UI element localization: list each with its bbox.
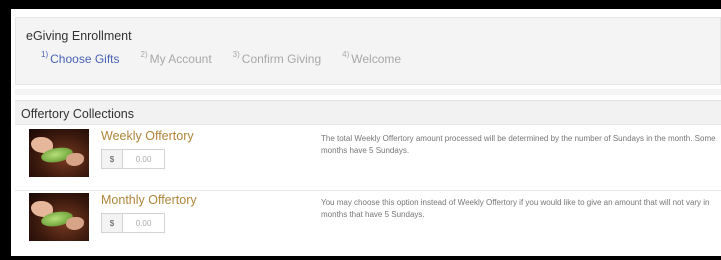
step-label: Choose Gifts — [50, 52, 120, 66]
page-frame: eGiving Enrollment 1) Choose Gifts 2) My A… — [11, 9, 721, 256]
hand-shape — [66, 217, 84, 230]
enrollment-title: eGiving Enrollment — [26, 29, 132, 43]
offering-title: Monthly Offertory — [101, 193, 197, 207]
offering-title: Weekly Offertory — [101, 129, 194, 143]
step-label: Welcome — [351, 52, 402, 66]
currency-addon: $ — [102, 214, 123, 232]
amount-input[interactable]: 0.00 — [123, 214, 164, 232]
currency-addon: $ — [102, 150, 123, 168]
offering-photo — [29, 193, 89, 241]
step-number: 3) — [232, 50, 240, 59]
step-my-account[interactable]: 2) My Account — [140, 50, 212, 66]
step-number: 4) — [342, 50, 350, 59]
hand-shape — [66, 153, 84, 166]
offering-photo — [29, 129, 89, 177]
step-number: 2) — [140, 50, 148, 59]
offering-row-weekly: Weekly Offertory $ 0.00 The total Weekly… — [15, 127, 721, 185]
amount-input-group: $ 0.00 — [101, 213, 165, 233]
offering-description: The total Weekly Offertory amount proces… — [321, 134, 716, 156]
offertory-collections-section: Offertory Collections Weekly Offertory $… — [15, 100, 721, 256]
divider — [15, 89, 721, 95]
step-number: 1) — [41, 50, 49, 59]
amount-input[interactable]: 0.00 — [123, 150, 164, 168]
step-label: Confirm Giving — [241, 52, 322, 66]
step-confirm-giving[interactable]: 3) Confirm Giving — [232, 50, 322, 66]
step-welcome[interactable]: 4) Welcome — [342, 50, 402, 66]
offering-row-monthly: Monthly Offertory $ 0.00 You may choose … — [15, 190, 721, 249]
step-choose-gifts[interactable]: 1) Choose Gifts — [41, 50, 120, 66]
section-title: Offertory Collections — [21, 107, 135, 121]
offering-description: You may choose this option instead of We… — [321, 198, 710, 220]
amount-input-group: $ 0.00 — [101, 149, 165, 169]
step-label: My Account — [149, 52, 212, 66]
step-wizard: 1) Choose Gifts 2) My Account 3) Confirm Gi… — [41, 50, 402, 66]
